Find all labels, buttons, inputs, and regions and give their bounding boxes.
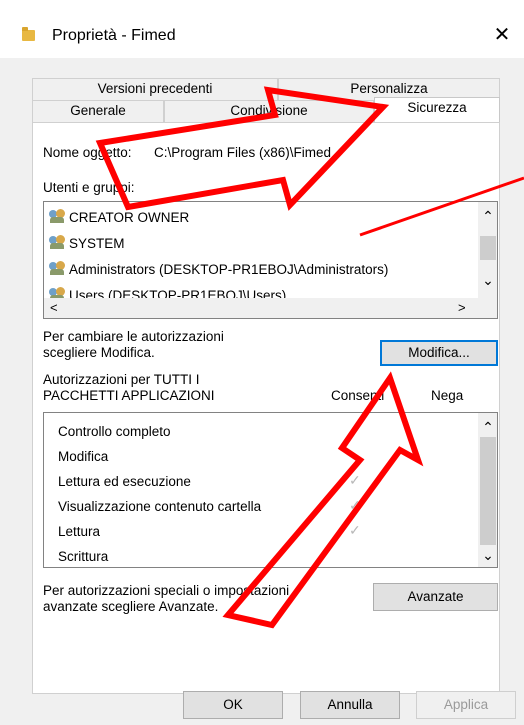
red-arrow-right-icon (95, 86, 390, 211)
red-arrow-up-icon (222, 371, 424, 629)
annotation-arrows (95, 86, 524, 629)
red-pointer-line (359, 176, 524, 237)
